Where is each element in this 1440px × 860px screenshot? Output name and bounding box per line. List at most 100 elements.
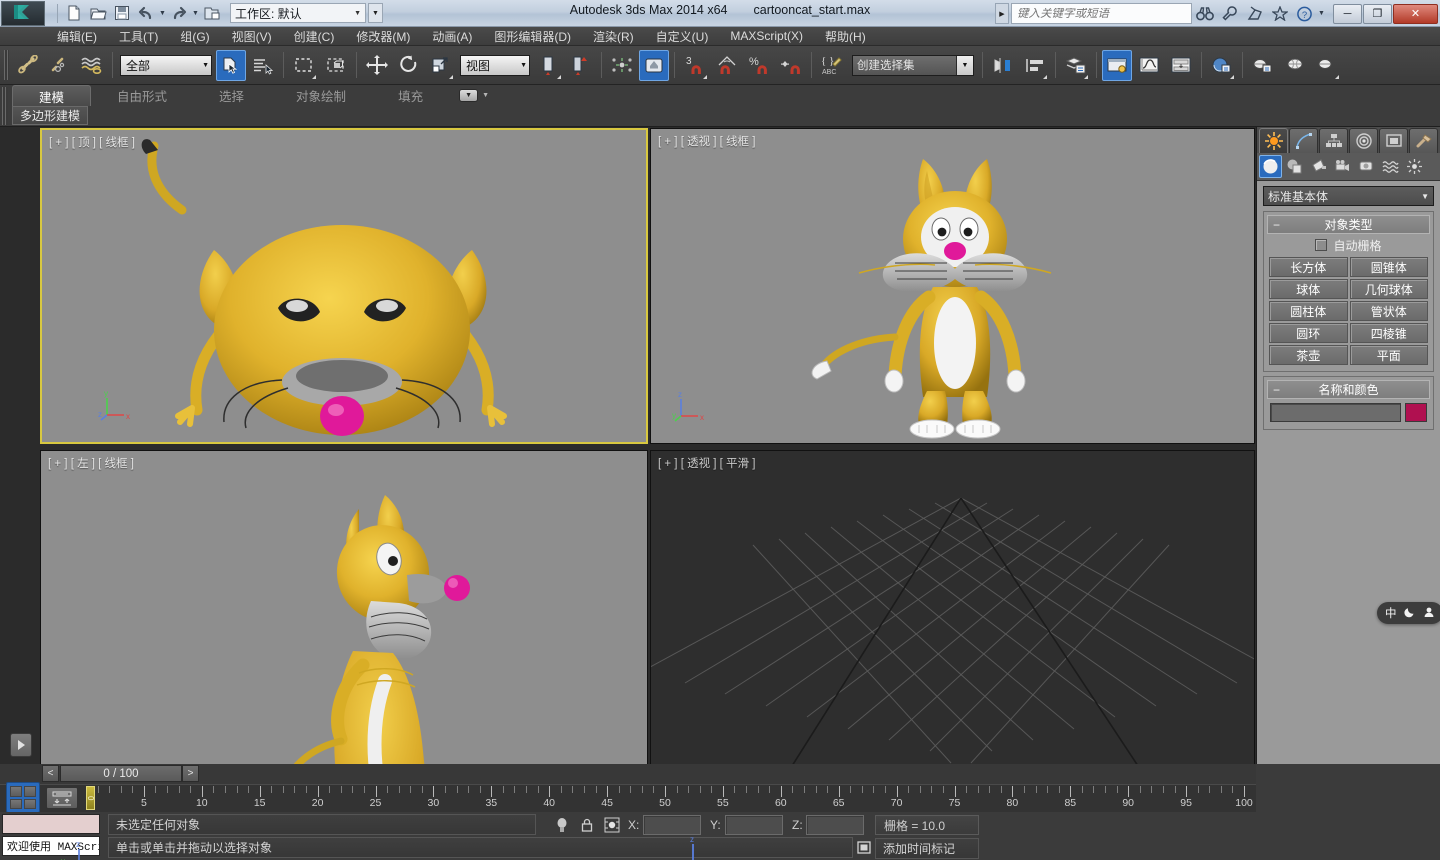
schematic-view-icon[interactable] [1166,50,1196,81]
time-slider-frame-field[interactable]: 0 / 100 [60,765,182,782]
close-button[interactable]: ✕ [1393,3,1438,24]
select-object-icon[interactable] [216,49,246,81]
ime-indicator[interactable]: 中 [1377,602,1440,624]
wrench-icon[interactable] [1217,2,1242,26]
time-slider-handle[interactable]: 0 [86,786,95,810]
scene-explorer-icon[interactable] [1102,49,1132,81]
timeline-ruler[interactable]: 5 10 15 20 25 30 35 40 45 50 55 60 65 70 75 80 85 90 95 100 [84,786,1253,811]
curve-editor-icon[interactable] [1134,50,1164,81]
spinner-snap-toggle-icon[interactable] [776,50,806,81]
search-box[interactable] [1011,3,1192,24]
maxscript-mini-listener-output[interactable] [2,814,100,834]
toolbar-grip[interactable] [4,50,9,80]
viewport-expand-button[interactable] [10,733,32,757]
menu-graph-editors[interactable]: 图形编辑器(D) [483,27,582,46]
quad-viewport-layout-button[interactable] [6,782,40,813]
shapes-icon[interactable] [1283,155,1306,178]
align-pivot-icon[interactable] [566,50,596,81]
bind-to-space-warp-icon[interactable] [77,50,107,81]
hierarchy-tab[interactable] [1319,128,1348,153]
viewport-perspective-wire[interactable]: z x y [ + ] [ 透视 ] [ 线框 ] [650,128,1255,444]
viewport-top-label[interactable]: [ + ] [ 顶 ] [ 线框 ] [49,134,135,150]
menu-rendering[interactable]: 渲染(R) [582,27,645,46]
workspace-selector[interactable]: 工作区: 默认 ▼ [230,3,366,23]
create-torus-button[interactable]: 圆环 [1269,323,1348,343]
user-icon[interactable] [1423,606,1435,621]
motion-tab[interactable] [1349,128,1378,153]
quick-access-overflow-icon[interactable]: ▶ [995,3,1009,24]
layer-manager-icon[interactable] [1061,50,1091,81]
mirror-icon[interactable] [988,50,1018,81]
use-center-icon[interactable] [607,50,637,81]
snap-toggle-3-icon[interactable]: 3 [680,50,710,81]
menu-animation[interactable]: 动画(A) [421,27,483,46]
geometry-icon[interactable] [1259,155,1282,178]
create-teapot-button[interactable]: 茶壶 [1269,345,1348,365]
select-and-scale-icon[interactable] [426,50,456,81]
object-color-swatch[interactable] [1405,403,1427,422]
key-mode-toggle-button[interactable] [46,787,78,809]
material-editor-icon[interactable] [1207,50,1237,81]
rectangular-selection-region-icon[interactable] [289,50,319,81]
render-production-icon[interactable] [1312,50,1342,81]
autogrid-checkbox[interactable] [1315,239,1328,251]
isolate-selection-icon[interactable] [603,816,621,834]
binoculars-icon[interactable] [1192,2,1217,26]
select-and-move-icon[interactable] [362,50,392,81]
menu-create[interactable]: 创建(C) [283,27,346,46]
object-subcategory-combo[interactable]: 标准基本体 ▼ [1263,186,1434,206]
display-tab[interactable] [1379,128,1408,153]
minimize-button[interactable]: ─ [1333,3,1362,24]
x-coord-field[interactable] [643,815,701,835]
ribbon-tab-modeling[interactable]: 建模 [12,85,92,106]
new-file-icon[interactable] [62,2,86,25]
search-input[interactable] [1017,7,1191,20]
undo-icon[interactable] [134,2,158,25]
application-menu-button[interactable] [1,0,45,26]
viewport-persp-smooth-label[interactable]: [ + ] [ 透视 ] [ 平滑 ] [658,455,755,471]
collapse-icon[interactable]: − [1273,218,1280,232]
menu-views[interactable]: 视图(V) [221,27,283,46]
create-tube-button[interactable]: 管状体 [1349,301,1428,321]
viewport-top[interactable]: y x z [ + ] [ 顶 ] [ 线框 ] [40,128,648,444]
menu-customize[interactable]: 自定义(U) [645,27,720,46]
undo-dropdown-icon[interactable]: ▼ [158,10,167,17]
help-dropdown-icon[interactable]: ▼ [1317,10,1326,17]
create-cone-button[interactable]: 圆锥体 [1349,257,1428,277]
reference-coordinate-system-combo[interactable]: 视图 ▼ [460,54,530,76]
object-type-header[interactable]: − 对象类型 [1267,215,1430,234]
select-and-manipulate-icon[interactable] [639,49,669,81]
edit-named-selection-sets-icon[interactable]: { } ABC [817,50,847,81]
open-file-icon[interactable] [86,2,110,25]
create-tab[interactable] [1259,128,1288,153]
workspace-more-button[interactable]: ▼ [368,3,383,23]
menu-group[interactable]: 组(G) [169,27,220,46]
create-pyramid-button[interactable]: 四棱锥 [1349,323,1428,343]
project-folder-icon[interactable] [200,2,224,25]
rendered-frame-window-icon[interactable] [1280,50,1310,81]
render-setup-icon[interactable] [1248,50,1278,81]
chevron-down-icon[interactable]: ▼ [956,55,973,75]
utilities-tab[interactable] [1409,128,1438,153]
moon-icon[interactable] [1403,606,1416,621]
viewport-persp-wire-canvas[interactable]: z x y [651,129,1254,443]
lights-icon[interactable] [1307,155,1330,178]
ribbon-tab-selection[interactable]: 选择 [193,85,270,106]
create-geosphere-button[interactable]: 几何球体 [1349,279,1428,299]
helpers-icon[interactable] [1355,155,1378,178]
menu-modifiers[interactable]: 修改器(M) [345,27,421,46]
save-file-icon[interactable] [110,2,134,25]
y-coord-field[interactable] [725,815,783,835]
select-and-link-icon[interactable] [13,50,43,81]
collapse-icon[interactable]: − [1273,383,1280,397]
menu-tools[interactable]: 工具(T) [108,27,169,46]
align-icon[interactable] [1020,50,1050,81]
percent-snap-toggle-icon[interactable]: % [744,50,774,81]
selection-filter-combo[interactable]: 全部 ▼ [120,54,212,76]
space-warps-icon[interactable] [1379,155,1402,178]
menu-edit[interactable]: 编辑(E) [46,27,108,46]
maximize-button[interactable]: ❐ [1363,3,1392,24]
ribbon-tab-populate[interactable]: 填充 [372,85,449,106]
object-name-input[interactable] [1270,403,1401,422]
create-cylinder-button[interactable]: 圆柱体 [1269,301,1348,321]
